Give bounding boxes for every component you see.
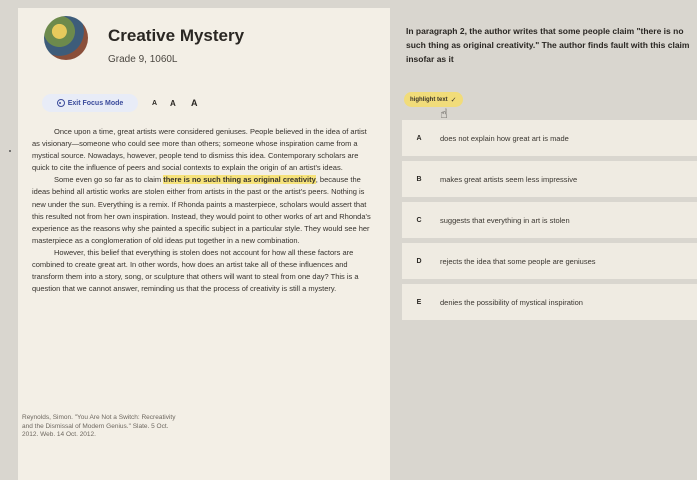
highlighted-phrase[interactable]: there is no such thing as original creat…	[163, 175, 316, 185]
grade-level: Grade 9, 1060L	[108, 54, 178, 65]
answer-choice-d[interactable]: D rejects the idea that some people are …	[402, 243, 697, 279]
paragraph-2-end: , because the ideas behind all artistic …	[32, 175, 371, 245]
choice-letter: D	[416, 257, 422, 265]
exit-focus-mode-label: Exit Focus Mode	[67, 99, 124, 107]
exit-focus-mode-button[interactable]: Exit Focus Mode	[42, 94, 138, 112]
paragraph-3: However, this belief that everything is …	[32, 247, 359, 294]
choice-letter: E	[416, 298, 422, 306]
book-cover-image	[44, 16, 88, 60]
font-size-large-button[interactable]: A	[191, 98, 198, 108]
paragraph-2-start: Some even go so far as to claim	[54, 175, 164, 185]
choice-text: denies the possibility of mystical inspi…	[440, 297, 583, 307]
paragraph-1: Once upon a time, great artists were con…	[32, 127, 367, 173]
reading-panel: Creative Mystery Grade 9, 1060L Exit Foc…	[18, 8, 390, 480]
highlight-text-label: highlight text	[410, 96, 448, 103]
choice-text: suggests that everything in art is stole…	[440, 215, 570, 225]
font-size-medium-button[interactable]: A	[170, 99, 176, 108]
answer-choice-b[interactable]: B makes great artists seem less impressi…	[402, 161, 697, 197]
choice-letter: B	[416, 175, 422, 183]
font-size-small-button[interactable]: A	[152, 100, 157, 107]
question-prompt: In paragraph 2, the author writes that s…	[406, 26, 690, 64]
choice-text: rejects the idea that some people are ge…	[440, 256, 596, 266]
question-panel: In paragraph 2, the author writes that s…	[398, 20, 697, 480]
choice-text: makes great artists seem less impressive	[440, 174, 578, 184]
paragraph-2: Some even go so far as to claim there is…	[32, 174, 374, 247]
margin-mark	[9, 150, 11, 152]
highlight-text-button[interactable]: highlight text ✓	[404, 92, 463, 107]
eye-icon	[56, 99, 65, 107]
choice-letter: A	[416, 134, 422, 142]
citation: Reynolds, Simon. "You Are Not a Switch: …	[22, 414, 176, 438]
check-icon: ✓	[450, 96, 457, 104]
choice-text: does not explain how great art is made	[440, 133, 569, 143]
answer-choice-e[interactable]: E denies the possibility of mystical ins…	[402, 284, 697, 320]
answer-choice-a[interactable]: A does not explain how great art is made	[402, 120, 697, 156]
choice-letter: C	[416, 216, 422, 224]
page-title: Creative Mystery	[108, 26, 245, 45]
passage-text: Once upon a time, great artists were con…	[32, 126, 374, 295]
answer-choice-c[interactable]: C suggests that everything in art is sto…	[402, 202, 697, 238]
